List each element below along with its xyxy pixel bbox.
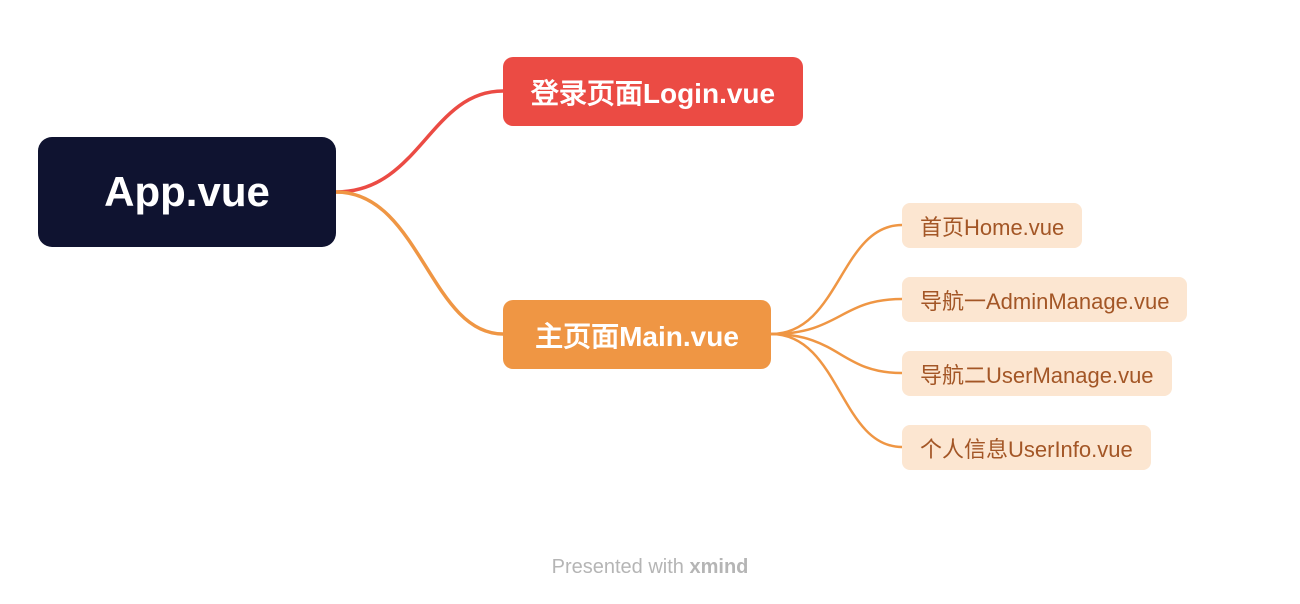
leaf-node-home-label: 首页Home.vue	[920, 210, 1064, 242]
footer-watermark: Presented with xmind	[552, 556, 749, 579]
child-node-main[interactable]: 主页面Main.vue	[503, 300, 771, 369]
footer-prefix: Presented with	[552, 556, 690, 578]
root-node-label: App.vue	[104, 168, 270, 216]
root-node-app[interactable]: App.vue	[38, 137, 336, 247]
leaf-node-user-label: 导航二UserManage.vue	[920, 358, 1154, 390]
leaf-node-admin-label: 导航一AdminManage.vue	[920, 284, 1169, 316]
child-node-login-label: 登录页面Login.vue	[531, 72, 775, 112]
leaf-node-home[interactable]: 首页Home.vue	[902, 203, 1082, 248]
mindmap-canvas: App.vue 登录页面Login.vue 主页面Main.vue 首页Home…	[0, 0, 1300, 604]
child-node-main-label: 主页面Main.vue	[535, 315, 739, 355]
child-node-login[interactable]: 登录页面Login.vue	[503, 57, 803, 126]
leaf-node-user[interactable]: 导航二UserManage.vue	[902, 351, 1172, 396]
leaf-node-info-label: 个人信息UserInfo.vue	[920, 432, 1133, 464]
leaf-node-admin[interactable]: 导航一AdminManage.vue	[902, 277, 1187, 322]
footer-brand: xmind	[689, 556, 748, 578]
leaf-node-info[interactable]: 个人信息UserInfo.vue	[902, 425, 1151, 470]
